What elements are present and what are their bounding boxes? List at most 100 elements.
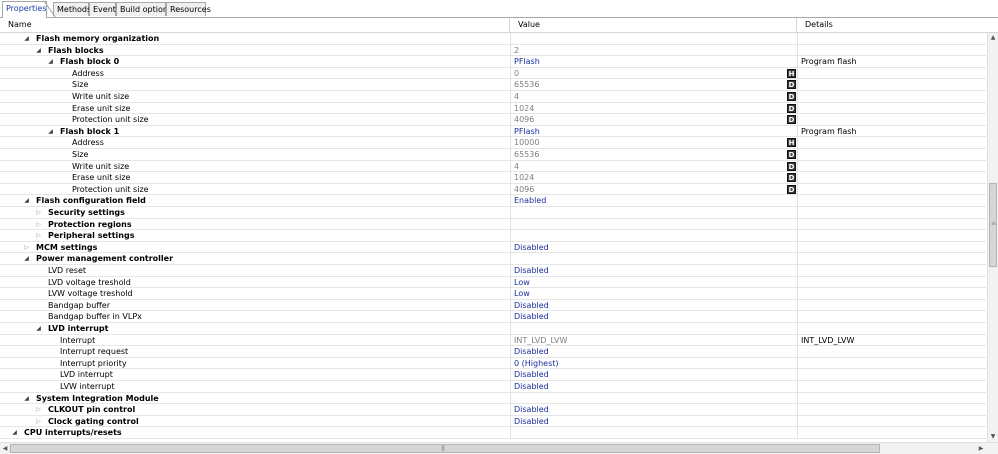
table-row[interactable]: ◢ Flash block 1 PFlash Program flash xyxy=(0,125,986,138)
table-row[interactable]: Size 65536 D xyxy=(0,149,986,161)
row-value-cell[interactable]: Disabled xyxy=(510,346,797,358)
table-row[interactable]: ◢ Flash configuration field Enabled xyxy=(0,195,986,207)
table-row[interactable]: ◢ System Integration Module xyxy=(0,392,986,405)
scroll-left-arrow-icon[interactable]: ◀ xyxy=(0,443,10,454)
collapse-arrow-icon[interactable]: ▷ xyxy=(34,219,43,230)
expand-arrow-icon[interactable]: ◢ xyxy=(10,427,19,438)
table-row[interactable]: ◢ Flash blocks 2 xyxy=(0,44,986,57)
row-value-cell[interactable]: 2 xyxy=(510,44,797,56)
table-row[interactable]: ▷ Peripheral settings xyxy=(0,230,986,242)
column-header-name[interactable]: Name xyxy=(0,18,510,32)
tab-resources[interactable]: Resources xyxy=(166,2,211,16)
expand-arrow-icon[interactable]: ◢ xyxy=(46,126,55,137)
vertical-scrollbar[interactable]: ▲ ≡ ▼ xyxy=(987,33,998,442)
row-value-cell[interactable] xyxy=(510,207,797,218)
decimal-format-icon[interactable]: D xyxy=(787,80,796,90)
table-row[interactable]: Bandgap buffer in VLPx Disabled xyxy=(0,311,986,323)
row-value-cell[interactable] xyxy=(510,427,797,439)
row-value-cell[interactable]: Low xyxy=(510,276,797,288)
table-row[interactable]: LVD interrupt Disabled xyxy=(0,369,986,381)
decimal-format-icon[interactable]: D xyxy=(787,173,796,183)
decimal-format-icon[interactable]: D xyxy=(787,161,796,171)
table-row[interactable]: Protection unit size 4096 D xyxy=(0,183,986,196)
row-value-cell[interactable]: Disabled xyxy=(510,369,797,381)
row-value-cell[interactable] xyxy=(510,218,797,230)
table-row[interactable]: ◢ LVD interrupt xyxy=(0,323,986,335)
row-value-cell[interactable]: Disabled xyxy=(510,404,797,416)
table-row[interactable]: Address 0 H xyxy=(0,67,986,80)
table-row[interactable]: ◢ Flash memory organization xyxy=(0,33,986,45)
row-value-cell[interactable]: 1024 D xyxy=(510,172,797,184)
table-row[interactable]: Address 10000 H xyxy=(0,137,986,149)
decimal-format-icon[interactable]: D xyxy=(787,115,796,125)
scroll-right-arrow-icon[interactable]: ▶ xyxy=(976,443,986,454)
collapse-arrow-icon[interactable]: ▷ xyxy=(34,230,43,241)
row-value-cell[interactable]: Disabled xyxy=(510,415,797,427)
table-row[interactable]: Protection unit size 4096 D xyxy=(0,114,986,126)
row-value-cell[interactable]: PFlash xyxy=(510,125,797,137)
row-value-cell[interactable]: Disabled xyxy=(510,265,797,276)
row-value-cell[interactable]: 4D xyxy=(510,91,797,102)
table-row[interactable]: ▷ MCM settings Disabled xyxy=(0,241,986,254)
table-row[interactable]: Erase unit size 1024 D xyxy=(0,102,986,115)
column-header-details[interactable]: Details xyxy=(797,18,987,32)
expand-arrow-icon[interactable]: ◢ xyxy=(22,33,31,44)
collapse-arrow-icon[interactable]: ▷ xyxy=(34,207,43,218)
row-value-cell[interactable]: 10000 H xyxy=(510,137,797,149)
collapse-arrow-icon[interactable]: ▷ xyxy=(34,404,43,415)
table-row[interactable]: ◢ Power management controller xyxy=(0,253,986,265)
table-row[interactable]: LVW voltage treshold Low xyxy=(0,288,986,300)
row-value-cell[interactable] xyxy=(510,230,797,242)
table-row[interactable]: ▷ Clock gating control Disabled xyxy=(0,415,986,428)
scroll-up-arrow-icon[interactable]: ▲ xyxy=(988,33,998,43)
table-row[interactable]: ◢ Flash block 0 PFlash Program flash xyxy=(0,56,986,68)
row-value-cell[interactable]: Enabled xyxy=(510,195,797,207)
decimal-format-icon[interactable]: D xyxy=(787,92,796,101)
row-value-cell[interactable]: Low xyxy=(510,288,797,300)
table-row[interactable]: Interrupt request Disabled xyxy=(0,346,986,358)
table-row[interactable]: LVD reset Disabled xyxy=(0,265,986,277)
row-value-cell[interactable] xyxy=(510,33,797,44)
table-row[interactable]: Erase unit size 1024 D xyxy=(0,172,986,184)
row-value-cell[interactable] xyxy=(510,323,797,334)
tab-build-options[interactable]: Build options xyxy=(116,2,172,16)
table-row[interactable]: Interrupt INT_LVD_LVW INT_LVD_LVW xyxy=(0,334,986,347)
row-value-cell[interactable]: 4096 D xyxy=(510,183,797,195)
row-value-cell[interactable]: 4096 D xyxy=(510,114,797,126)
table-row[interactable]: Write unit size 4 D xyxy=(0,91,986,103)
expand-arrow-icon[interactable]: ◢ xyxy=(22,393,31,404)
horizontal-scroll-thumb[interactable]: ||| xyxy=(10,444,880,453)
expand-arrow-icon[interactable]: ◢ xyxy=(22,253,31,264)
row-value-cell[interactable]: 4D xyxy=(510,160,797,172)
row-value-cell[interactable]: 0H xyxy=(510,67,797,79)
row-value-cell[interactable]: 65536 D xyxy=(510,149,797,160)
row-value-cell[interactable]: 0 (Highest) xyxy=(510,357,797,369)
row-value-cell[interactable]: Disabled xyxy=(510,241,797,253)
vertical-scroll-thumb[interactable]: ≡ xyxy=(989,183,997,267)
collapse-arrow-icon[interactable]: ▷ xyxy=(22,242,31,253)
expand-arrow-icon[interactable]: ◢ xyxy=(46,56,55,67)
decimal-format-icon[interactable]: D xyxy=(787,150,796,159)
row-value-cell[interactable]: Disabled xyxy=(510,311,797,323)
row-value-cell[interactable]: INT_LVD_LVW xyxy=(510,334,797,346)
horizontal-scrollbar[interactable]: ◀ ||| ▶ xyxy=(0,442,998,454)
row-value-cell[interactable]: PFlash xyxy=(510,56,797,68)
row-value-cell[interactable]: Disabled xyxy=(510,381,797,392)
decimal-format-icon[interactable]: D xyxy=(787,184,796,194)
expand-arrow-icon[interactable]: ◢ xyxy=(22,195,31,206)
tab-events[interactable]: Events xyxy=(89,2,120,16)
table-row[interactable]: Interrupt priority 0 (Highest) xyxy=(0,357,986,370)
tab-properties[interactable]: Properties xyxy=(2,1,47,18)
table-row[interactable]: ▷ Protection regions xyxy=(0,218,986,231)
hex-format-icon[interactable]: H xyxy=(787,68,796,78)
row-value-cell[interactable]: 65536 D xyxy=(510,79,797,91)
decimal-format-icon[interactable]: D xyxy=(787,103,796,113)
table-row[interactable]: LVD voltage treshold Low xyxy=(0,276,986,289)
table-row[interactable]: Bandgap buffer Disabled xyxy=(0,299,986,312)
tab-methods[interactable]: Methods xyxy=(53,2,91,16)
collapse-arrow-icon[interactable]: ▷ xyxy=(34,416,43,427)
row-value-cell[interactable]: Disabled xyxy=(510,299,797,311)
table-row[interactable]: Size 65536 D xyxy=(0,79,986,91)
expand-arrow-icon[interactable]: ◢ xyxy=(34,323,43,334)
expand-arrow-icon[interactable]: ◢ xyxy=(34,45,43,56)
